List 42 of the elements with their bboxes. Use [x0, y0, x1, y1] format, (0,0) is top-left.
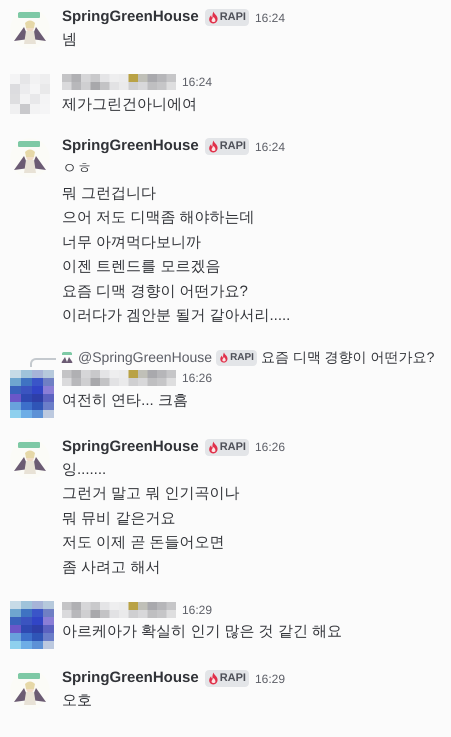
- message-text: ㅇㅎ: [62, 159, 93, 179]
- message-text: 으어 저도 디맥좀 해야하는데: [62, 208, 256, 228]
- message-text: 잉.......: [62, 460, 108, 480]
- flame-icon: [219, 352, 230, 363]
- username[interactable]: SpringGreenHouse: [62, 667, 199, 690]
- message-text: 넴: [62, 30, 78, 50]
- flame-icon: [208, 440, 219, 454]
- timestamp: 16:29: [254, 670, 286, 688]
- message-text: 아르케아가 확실히 인기 많은 것 같긴 해요: [62, 622, 342, 642]
- badge-label: RAPI: [220, 10, 246, 26]
- message-text: 제가그린건아니에여: [62, 94, 198, 114]
- badge-label: RAPI: [220, 139, 246, 154]
- message-text: 이젠 트렌드를 모르겠음: [62, 257, 222, 277]
- timestamp: 16:24: [182, 74, 212, 91]
- message-text: 여전히 연타... 크흠: [62, 390, 189, 410]
- avatar-icon: [60, 350, 74, 364]
- message-text: 좀 사려고 해서: [62, 558, 162, 578]
- badge-label: RAPI: [230, 351, 254, 365]
- username[interactable]: SpringGreenHouse: [62, 436, 199, 458]
- timestamp: 16:26: [254, 439, 286, 456]
- reply-text[interactable]: 요즘 디맥 경향이 어떤가요?: [260, 347, 434, 368]
- username[interactable]: SpringGreenHouse: [62, 135, 199, 158]
- reply-author[interactable]: @SpringGreenHouse: [78, 347, 212, 368]
- message-text: 이러다가 겜안분 될거 같아서리.....: [62, 306, 290, 326]
- flame-icon: [208, 140, 219, 153]
- badge-label: RAPI: [220, 440, 246, 455]
- message-text: 요즘 디맥 경향이 어떤가요?: [62, 282, 249, 302]
- username[interactable]: SpringGreenHouse: [62, 6, 199, 29]
- message-text: 오호: [62, 691, 93, 711]
- flame-icon: [208, 11, 219, 24]
- message-text: 뭐 뮤비 같은거요: [62, 508, 176, 528]
- timestamp: 16:24: [254, 10, 286, 26]
- message-text: 그런거 말고 뭐 인기곡이나: [62, 484, 241, 504]
- message-text: 너무 아껴먹다보니까: [62, 232, 202, 252]
- timestamp: 16:24: [254, 138, 286, 156]
- badge-label: RAPI: [220, 671, 246, 686]
- message-text: 저도 이제 곧 돈들어오면: [62, 533, 226, 553]
- timestamp: 16:26: [182, 370, 212, 387]
- timestamp: 16:29: [182, 602, 212, 618]
- message-text: 뭐 그런겁니다: [62, 184, 158, 204]
- flame-icon: [208, 672, 219, 685]
- reply-connector: [30, 358, 56, 366]
